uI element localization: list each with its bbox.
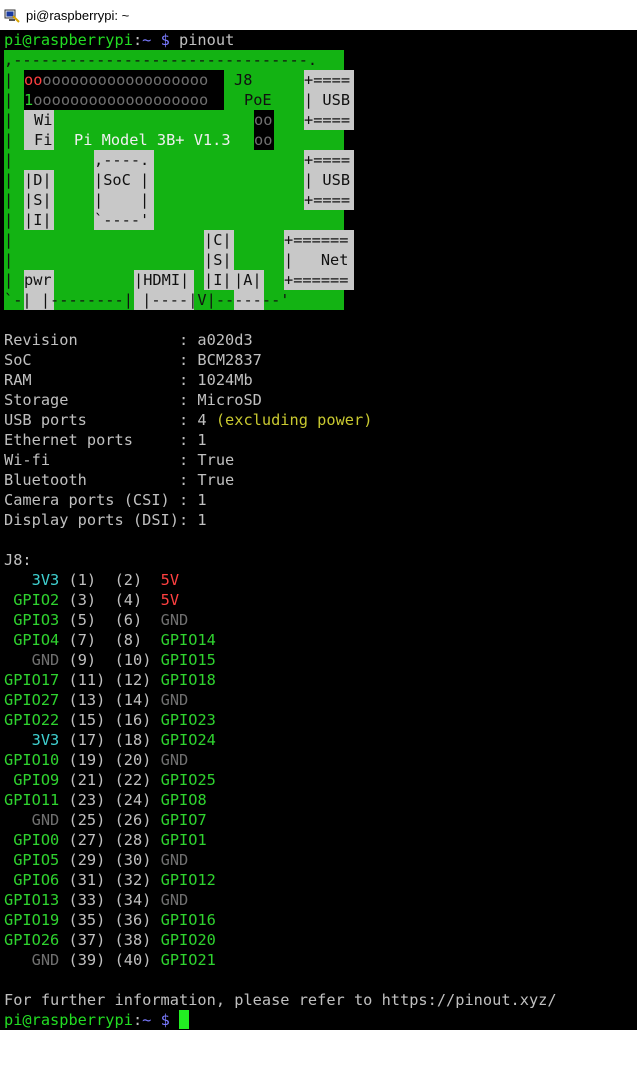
info-row: Wi-fi : True xyxy=(4,451,235,469)
net-border: +====== xyxy=(284,271,349,289)
pin-row: GND (9) (10) GPIO15 xyxy=(31,651,216,669)
poe-pins-row1: oo xyxy=(254,111,273,129)
soc-mid: | | xyxy=(94,191,150,209)
soc-top: ,----. xyxy=(94,151,150,169)
board-left-edge: | xyxy=(4,151,14,169)
wifi-label: Wi Fi xyxy=(34,111,53,149)
board-bottom-border: `-| |--------| |----|V|-------' xyxy=(4,291,290,309)
usb-border: +==== xyxy=(304,191,351,209)
pin-row: GPIO27 (13) (14) GND xyxy=(4,691,189,709)
j8-heading: J8: xyxy=(4,551,32,569)
pin-row: GND (25) (26) GPIO7 xyxy=(31,811,207,829)
text-cursor xyxy=(179,1010,190,1029)
pin-row: 3V3 (17) (18) GPIO24 xyxy=(31,731,216,749)
usb-label: | USB xyxy=(304,91,351,109)
info-row: Display ports (DSI): 1 xyxy=(4,511,207,529)
command-line: pi@raspberrypi:~ $ pinout xyxy=(4,31,235,49)
model-label: Pi Model 3B+ V1.3 xyxy=(74,131,231,149)
usb-border: +==== xyxy=(304,111,351,129)
info-row: USB ports : 4 (excluding power) xyxy=(4,411,373,429)
terminal-area[interactable]: pi@raspberrypi:~ $ pinout ,-------------… xyxy=(0,30,637,1030)
usb-border: +==== xyxy=(304,151,351,169)
dsi-label: |D| |S| |I| xyxy=(24,171,52,229)
net-border: +====== xyxy=(284,231,349,249)
usb-border: +==== xyxy=(304,71,351,89)
pin-row: GPIO5 (29) (30) GND xyxy=(13,851,189,869)
board-left-edge: | xyxy=(4,251,14,269)
footer-text: For further information, please refer to… xyxy=(4,991,557,1009)
pin-row: GPIO10 (19) (20) GND xyxy=(4,751,189,769)
board-left-edge: | xyxy=(4,71,14,89)
poe-label: PoE xyxy=(244,91,272,109)
info-row: Ethernet ports : 1 xyxy=(4,431,207,449)
pwr-label: pwr xyxy=(24,271,52,289)
poe-pins-row2: oo xyxy=(254,131,273,149)
net-label: | Net xyxy=(284,251,349,269)
hdmi-label: |HDMI| xyxy=(134,271,190,289)
gpio-header-row2: 1ooooooooooooooooooo xyxy=(24,91,209,109)
board-left-edge: | xyxy=(4,131,14,149)
pi-board-diagram: ,--------------------------------. | | |… xyxy=(4,50,354,310)
soc-bottom: `----' xyxy=(94,211,150,229)
board-left-edge: | xyxy=(4,111,14,129)
putty-icon xyxy=(4,7,20,23)
board-left-edge: | xyxy=(4,231,14,249)
pin-row: GPIO26 (37) (38) GPIO20 xyxy=(4,931,216,949)
usb-label: | USB xyxy=(304,171,351,189)
info-row: RAM : 1024Mb xyxy=(4,371,253,389)
pin-row: GPIO2 (3) (4) 5V xyxy=(13,591,180,609)
csi-label: |C| |S| |I| xyxy=(204,231,232,289)
info-row: Revision : a020d3 xyxy=(4,331,253,349)
board-left-edge: | xyxy=(4,191,14,209)
pin-row: GPIO0 (27) (28) GPIO1 xyxy=(13,831,207,849)
board-top-border: ,--------------------------------. xyxy=(4,51,318,69)
soc-label: |SoC | xyxy=(94,171,150,189)
pin-row: GPIO3 (5) (6) GND xyxy=(13,611,189,629)
pin-row: 3V3 (1) (2) 5V xyxy=(31,571,180,589)
pin-row: GND (39) (40) GPIO21 xyxy=(31,951,216,969)
pin-row: GPIO19 (35) (36) GPIO16 xyxy=(4,911,216,929)
info-row: Bluetooth : True xyxy=(4,471,235,489)
gpio-header-row1: oooooooooooooooooooo xyxy=(24,71,209,89)
info-row: Storage : MicroSD xyxy=(4,391,262,409)
info-row: Camera ports (CSI) : 1 xyxy=(4,491,207,509)
audio-label: |A| xyxy=(234,271,262,289)
board-left-edge: | xyxy=(4,91,14,109)
board-left-edge: | xyxy=(4,271,14,289)
pin-row: GPIO17 (11) (12) GPIO18 xyxy=(4,671,216,689)
pin-row: GPIO6 (31) (32) GPIO12 xyxy=(13,871,216,889)
pin-row: GPIO11 (23) (24) GPIO8 xyxy=(4,791,207,809)
pin-row: GPIO22 (15) (16) GPIO23 xyxy=(4,711,216,729)
board-left-edge: | xyxy=(4,211,14,229)
pin-row: GPIO4 (7) (8) GPIO14 xyxy=(13,631,216,649)
prompt-line[interactable]: pi@raspberrypi:~ $ xyxy=(4,1010,190,1030)
pin-row: GPIO13 (33) (34) GND xyxy=(4,891,189,909)
window-title: pi@raspberrypi: ~ xyxy=(26,7,130,23)
pin-row: GPIO9 (21) (22) GPIO25 xyxy=(13,771,216,789)
j8-label: J8 xyxy=(234,71,253,89)
board-left-edge: | xyxy=(4,171,14,189)
window-titlebar: pi@raspberrypi: ~ xyxy=(0,0,637,30)
info-row: SoC : BCM2837 xyxy=(4,351,262,369)
